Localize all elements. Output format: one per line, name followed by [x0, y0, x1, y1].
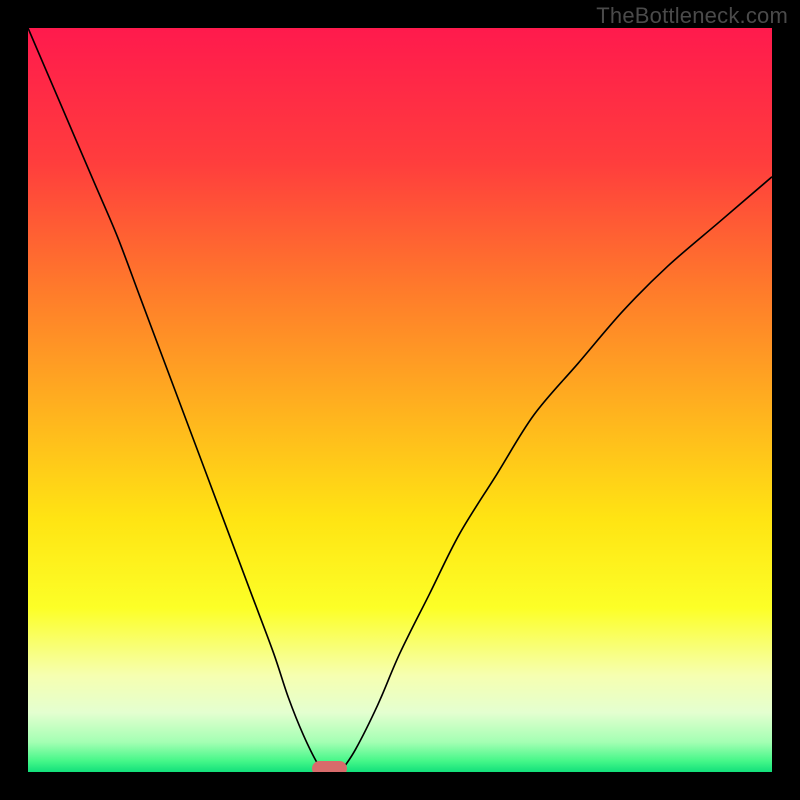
- optimum-marker: [312, 761, 347, 772]
- chart-frame: TheBottleneck.com: [0, 0, 800, 800]
- background-gradient: [28, 28, 772, 772]
- plot-area: [28, 28, 772, 772]
- watermark-text: TheBottleneck.com: [596, 3, 788, 29]
